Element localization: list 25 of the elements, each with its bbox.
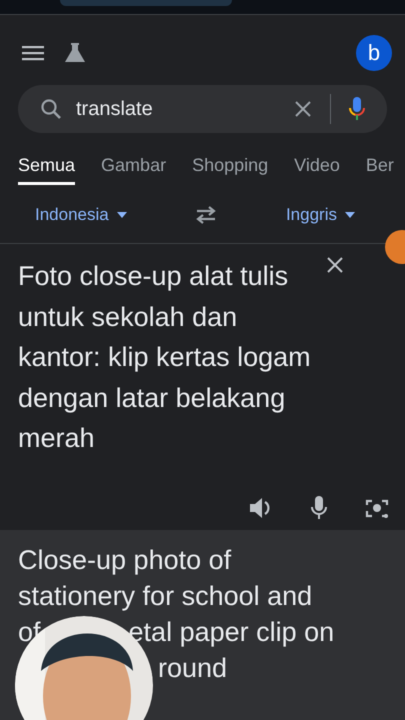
flask-icon[interactable] <box>64 42 86 64</box>
source-language-dropdown[interactable]: Indonesia <box>35 201 127 229</box>
menu-icon[interactable] <box>22 45 44 61</box>
search-tab[interactable]: Video <box>294 151 340 185</box>
search-icon <box>40 98 62 120</box>
search-text: translate <box>76 98 154 120</box>
close-icon[interactable] <box>326 256 344 274</box>
search-tab[interactable]: Gambar <box>101 151 166 185</box>
microphone-icon[interactable] <box>349 96 365 122</box>
caret-icon <box>116 212 127 218</box>
translation-text: stationery for school and <box>18 580 312 613</box>
search-tab[interactable]: Semua <box>18 151 76 185</box>
caret-icon <box>344 212 355 218</box>
search-field[interactable]: translate <box>18 85 387 133</box>
microphone-icon[interactable] <box>311 496 327 520</box>
camera-lens-icon[interactable] <box>365 497 389 519</box>
clear-icon[interactable] <box>294 100 312 118</box>
target-language-dropdown[interactable]: Inggris <box>286 201 355 229</box>
search-tab[interactable]: Shopping <box>192 151 268 185</box>
translation-text: Close-up photo of <box>18 544 232 577</box>
avatar[interactable]: b <box>356 35 392 71</box>
source-text: Foto close-up alat tulis untuk sekolah dan kantor: klip kertas logam dengan latar belakang merah <box>18 260 312 455</box>
search-tab[interactable]: Ber <box>366 151 394 185</box>
translation-text: round <box>158 652 228 685</box>
swap-icon[interactable] <box>194 206 218 224</box>
